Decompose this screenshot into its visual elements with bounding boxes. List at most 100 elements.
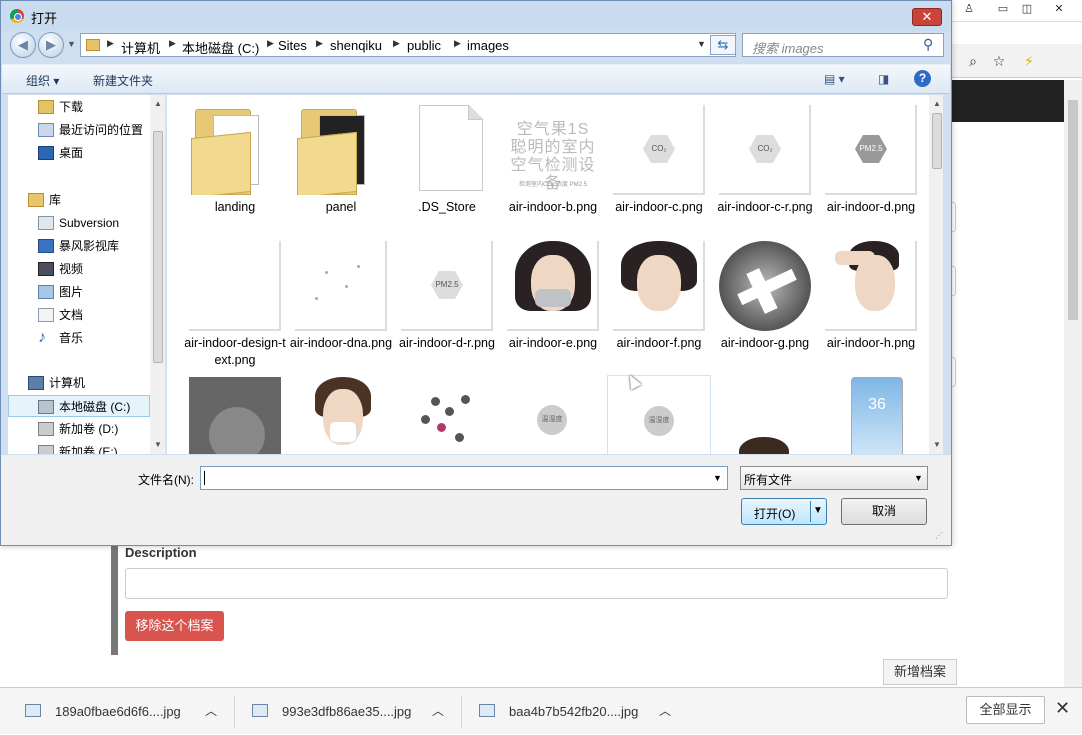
- scroll-up-icon[interactable]: ▲: [154, 99, 162, 108]
- chevron-up-icon[interactable]: ︿: [432, 688, 444, 735]
- resize-grip-icon[interactable]: ⋰: [935, 531, 943, 540]
- file-tile[interactable]: [395, 367, 499, 454]
- refresh-icon[interactable]: ⇆: [710, 35, 736, 55]
- filename-input[interactable]: ▼: [200, 466, 728, 490]
- scroll-down-icon[interactable]: ▼: [933, 440, 941, 449]
- file-tile-folder[interactable]: panel: [289, 95, 393, 231]
- nav-item-documents[interactable]: 文档: [8, 304, 150, 326]
- breadcrumb-item[interactable]: public: [407, 38, 441, 53]
- close-icon[interactable]: ✕: [1055, 698, 1070, 719]
- cancel-button[interactable]: 取消: [841, 498, 927, 525]
- nav-scrollbar-thumb[interactable]: [153, 131, 163, 363]
- breadcrumb-item[interactable]: shenqiku: [330, 38, 382, 53]
- nav-item-libraries[interactable]: 库: [8, 189, 150, 211]
- file-tile[interactable]: PM2.5 air-indoor-d-r.png: [395, 231, 499, 367]
- bookmark-star-icon[interactable]: ☆: [990, 52, 1008, 70]
- thumbnail-badge: PM2.5: [855, 135, 887, 163]
- chevron-right-icon[interactable]: ▶: [316, 38, 323, 49]
- address-bar[interactable]: ▶ 计算机 ▶ 本地磁盘 (C:) ▶ Sites ▶ shenqiku ▶ p…: [80, 33, 736, 57]
- breadcrumb-item[interactable]: 计算机: [121, 38, 160, 57]
- file-tile[interactable]: [713, 367, 817, 454]
- breadcrumb-item[interactable]: Sites: [278, 38, 307, 53]
- remove-profile-button[interactable]: 移除这个档案: [125, 611, 224, 641]
- scroll-up-icon[interactable]: ▲: [933, 99, 941, 108]
- window-close-icon[interactable]: ✕: [1048, 0, 1070, 18]
- file-tile[interactable]: air-indoor-dna.png: [289, 231, 393, 367]
- file-pane-scrollbar[interactable]: ▲ ▼: [929, 95, 943, 454]
- file-tile[interactable]: air-indoor-design-text.png: [183, 231, 287, 367]
- nav-item-downloads[interactable]: 下载: [8, 96, 150, 118]
- chevron-right-icon[interactable]: ▶: [454, 38, 461, 49]
- download-item[interactable]: 189a0fbae6d6f6....jpg ︿: [25, 688, 225, 735]
- page-scrollbar-thumb[interactable]: [1068, 100, 1078, 320]
- chevron-right-icon[interactable]: ▶: [393, 38, 400, 49]
- file-tile[interactable]: [289, 367, 393, 454]
- file-tile[interactable]: 温湿度: [501, 367, 605, 454]
- nav-item-videos[interactable]: 视频: [8, 258, 150, 280]
- image-thumbnail: [401, 377, 493, 454]
- file-pane-scrollbar-thumb[interactable]: [932, 113, 942, 169]
- file-tile[interactable]: air-indoor-g.png: [713, 231, 817, 367]
- minimize-icon[interactable]: ▭: [992, 0, 1014, 18]
- file-tile[interactable]: air-indoor-f.png: [607, 231, 711, 367]
- address-dropdown-icon[interactable]: ▼: [697, 39, 706, 49]
- filename-dropdown-icon[interactable]: ▼: [713, 473, 722, 483]
- help-icon[interactable]: ?: [914, 70, 931, 87]
- forward-arrow-icon[interactable]: ▶: [38, 32, 64, 58]
- scroll-down-icon[interactable]: ▼: [154, 440, 162, 449]
- extension-icon[interactable]: ⚡: [1020, 52, 1038, 70]
- search-icon[interactable]: ⚲: [923, 36, 933, 53]
- dialog-titlebar[interactable]: 打开 ✕: [1, 1, 951, 31]
- file-tile[interactable]: air-indoor-h.png: [819, 231, 923, 367]
- command-bar: 组织 ▾ 新建文件夹 ▤ ▾ ◨ ?: [2, 64, 950, 94]
- file-tile[interactable]: 空气果1S 聪明的室内 空气检测设备 检测室内CO₂ 浓度 PM2.5 air-…: [501, 95, 605, 231]
- chevron-up-icon[interactable]: ︿: [659, 688, 671, 735]
- nav-item-drive-c[interactable]: 本地磁盘 (C:): [8, 395, 150, 417]
- file-tile[interactable]: CO₂ air-indoor-c-r.png: [713, 95, 817, 231]
- file-tile-folder[interactable]: landing: [183, 95, 287, 231]
- open-button[interactable]: 打开(O) ▼: [741, 498, 827, 525]
- preview-pane-icon[interactable]: ◨: [878, 72, 889, 86]
- download-item[interactable]: 993e3dfb86ae35....jpg ︿: [252, 688, 452, 735]
- nav-item-drive-d[interactable]: 新加卷 (D:): [8, 418, 150, 440]
- breadcrumb-item[interactable]: images: [467, 38, 509, 53]
- breadcrumb-item[interactable]: 本地磁盘 (C:): [182, 38, 259, 57]
- dialog-close-button[interactable]: ✕: [912, 8, 942, 26]
- show-all-downloads-button[interactable]: 全部显示: [966, 696, 1045, 724]
- recent-locations-chevron-icon[interactable]: ▼: [67, 39, 76, 49]
- file-tile[interactable]: 温湿度: [607, 375, 711, 454]
- file-tile[interactable]: 36: [819, 367, 923, 454]
- back-arrow-icon[interactable]: ◀: [10, 32, 36, 58]
- chevron-right-icon[interactable]: ▶: [107, 38, 114, 49]
- file-tile[interactable]: CO₂ air-indoor-c.png: [607, 95, 711, 231]
- description-input[interactable]: [125, 568, 948, 599]
- open-options-dropdown-icon[interactable]: ▼: [813, 505, 823, 516]
- add-profile-button[interactable]: 新增档案: [883, 659, 957, 685]
- restore-icon[interactable]: ◫: [1016, 0, 1038, 18]
- nav-item-subversion[interactable]: Subversion: [8, 212, 150, 234]
- nav-item-pictures[interactable]: 图片: [8, 281, 150, 303]
- view-options-icon[interactable]: ▤ ▾: [824, 72, 845, 86]
- zoom-icon[interactable]: ⌕: [964, 52, 982, 70]
- nav-item-music[interactable]: ♪ 音乐: [8, 327, 150, 349]
- organize-menu[interactable]: 组织 ▾: [26, 72, 59, 89]
- nav-scrollbar[interactable]: ▲ ▼: [150, 95, 165, 454]
- nav-item-recent[interactable]: 最近访问的位置: [8, 119, 150, 141]
- new-folder-button[interactable]: 新建文件夹: [93, 72, 153, 89]
- chevron-up-icon[interactable]: ︿: [205, 688, 217, 735]
- file-tile[interactable]: PM2.5 air-indoor-d.png: [819, 95, 923, 231]
- file-type-select[interactable]: 所有文件 ▼: [740, 466, 928, 490]
- nav-item-computer[interactable]: 计算机: [8, 372, 150, 394]
- chevron-right-icon[interactable]: ▶: [267, 38, 274, 49]
- nav-item-drive-e[interactable]: 新加卷 (E:): [8, 441, 150, 454]
- file-tile[interactable]: [183, 367, 287, 454]
- file-tile[interactable]: .DS_Store: [395, 95, 499, 231]
- search-box[interactable]: 搜索 images ⚲: [742, 33, 944, 57]
- nav-item-video-library[interactable]: 暴风影视库: [8, 235, 150, 257]
- download-item[interactable]: baa4b7b542fb20....jpg ︿: [479, 688, 679, 735]
- chevron-right-icon[interactable]: ▶: [169, 38, 176, 49]
- file-tile[interactable]: air-indoor-e.png: [501, 231, 605, 367]
- nav-item-desktop[interactable]: 桌面: [8, 142, 150, 164]
- user-icon[interactable]: ♙: [958, 0, 980, 18]
- page-scrollbar[interactable]: [1064, 80, 1082, 700]
